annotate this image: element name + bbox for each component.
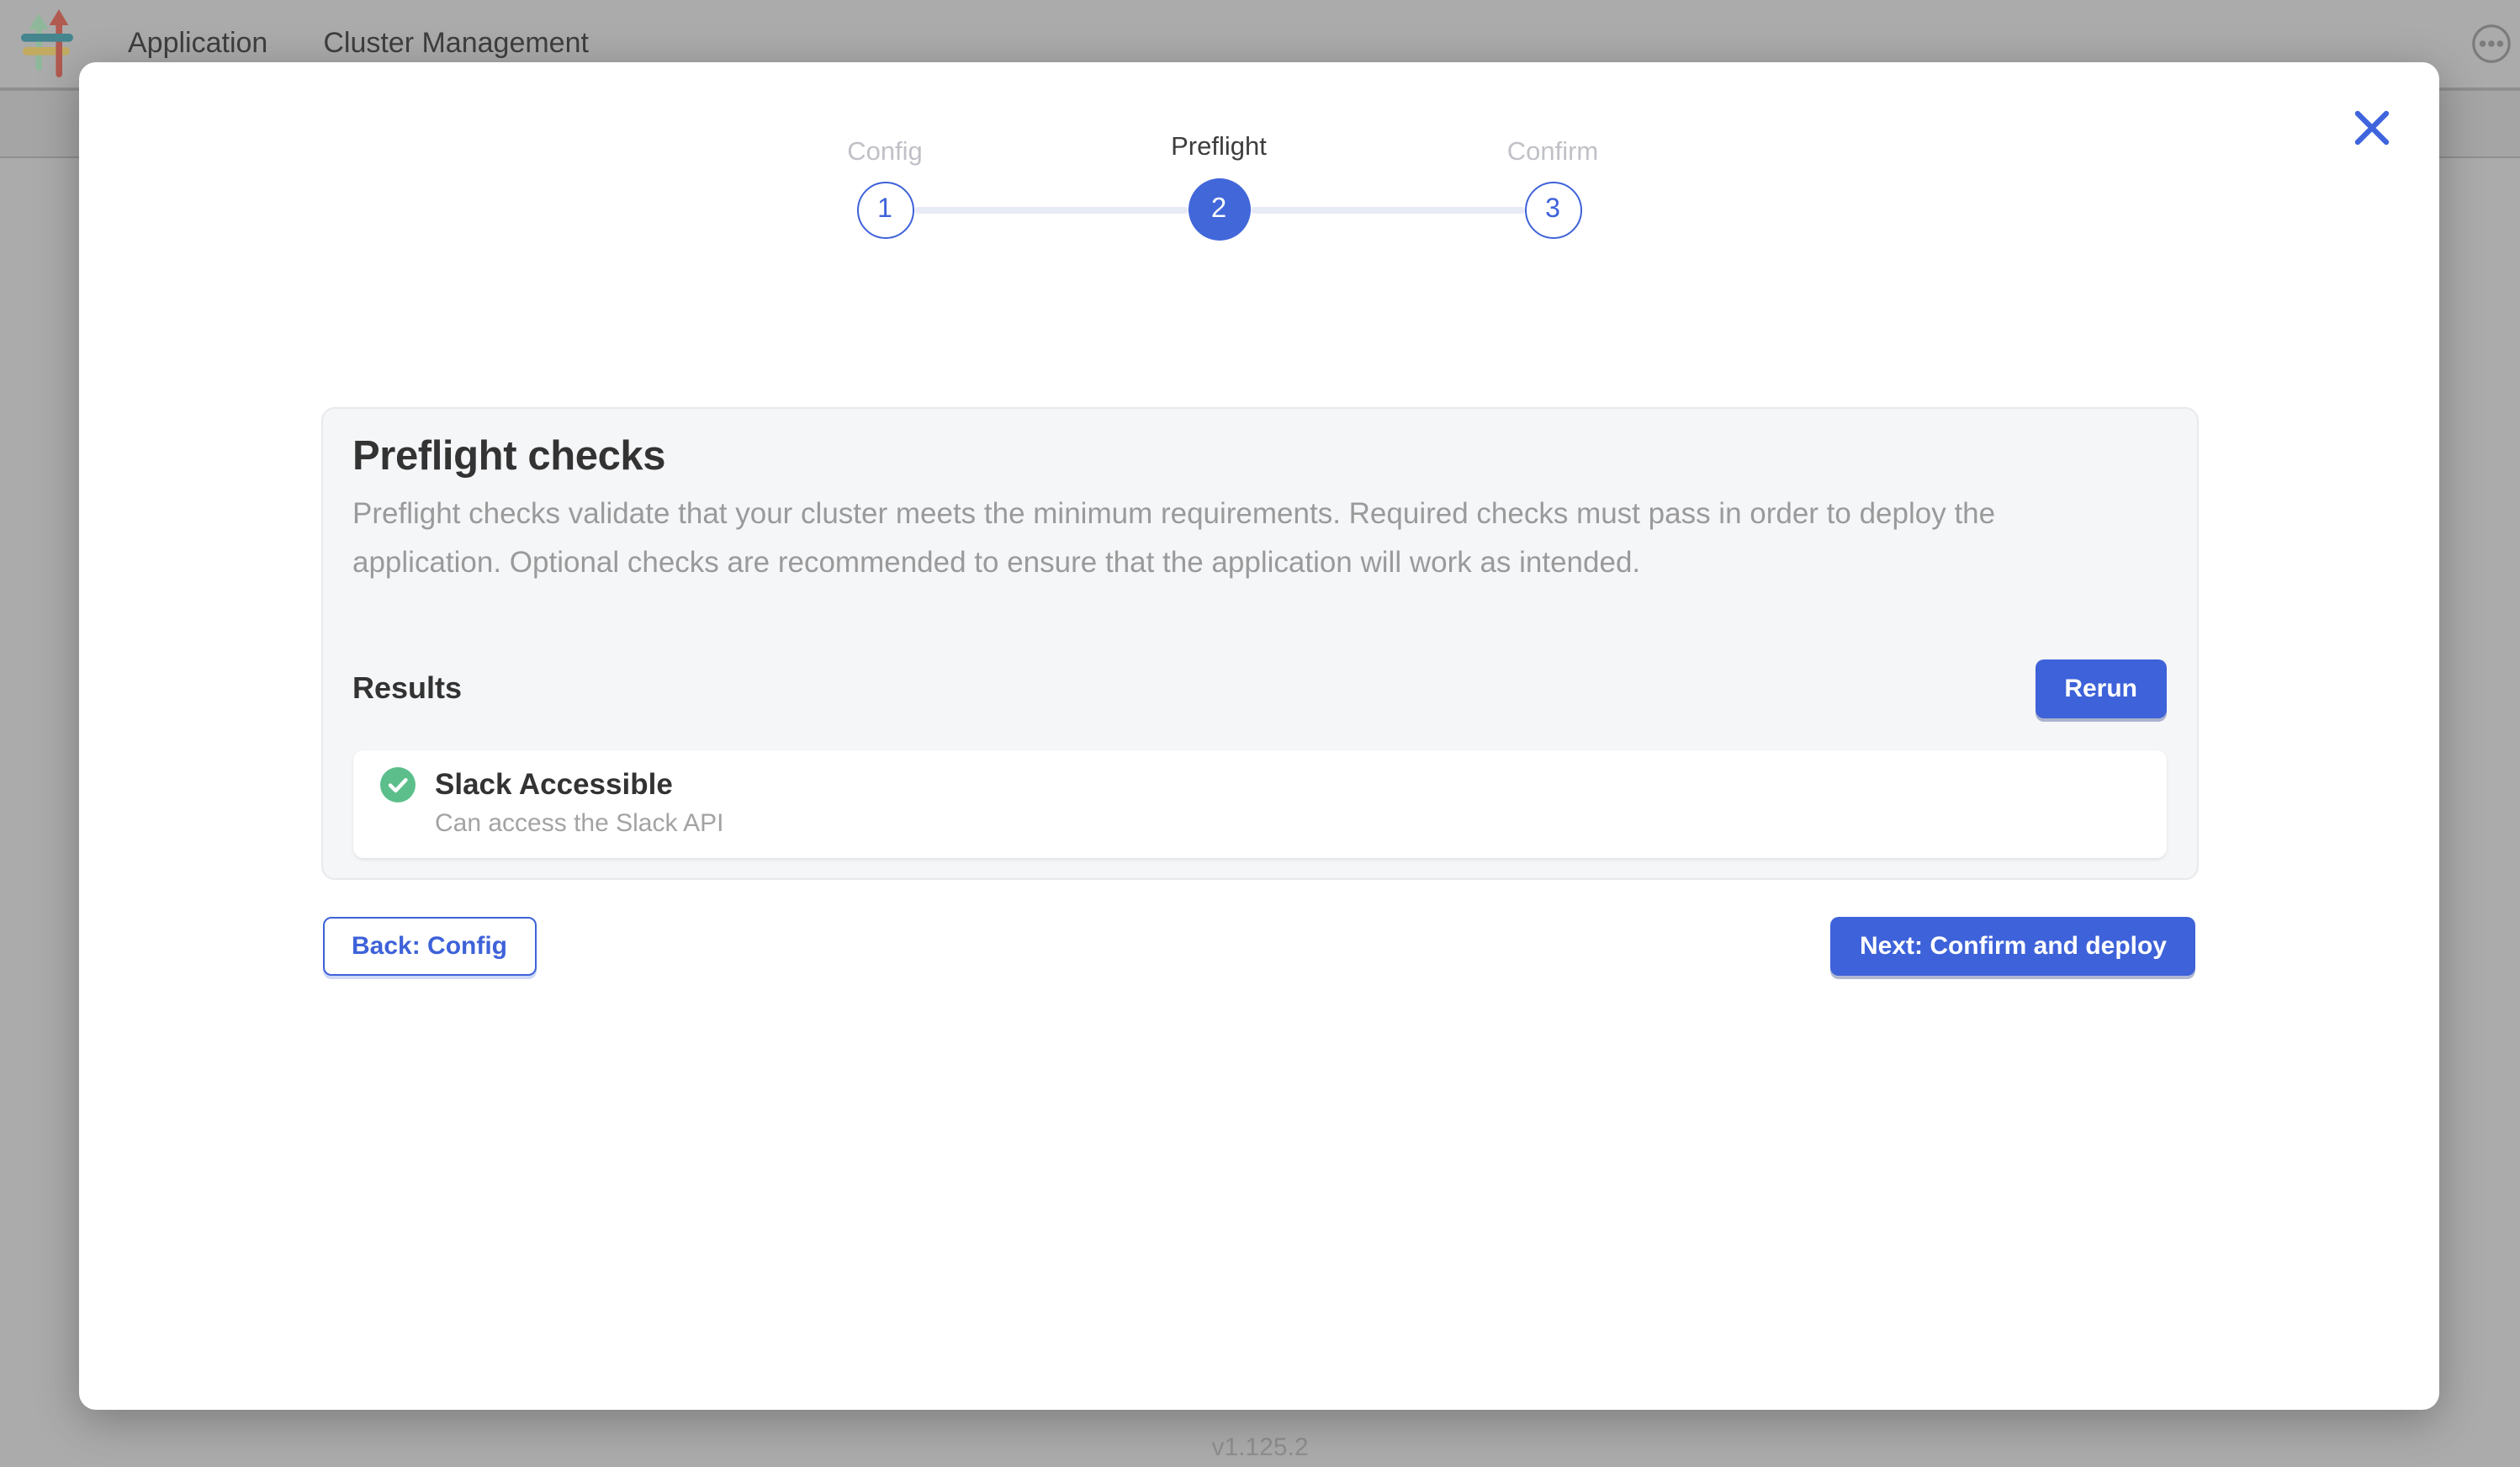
preflight-modal: 1 Config 2 Preflight 3 Confirm Preflight…: [79, 62, 2439, 1410]
step-label-confirm: Confirm: [1507, 137, 1599, 167]
check-circle-icon: [379, 767, 415, 802]
step-number: 3: [1545, 194, 1560, 225]
rerun-button[interactable]: Rerun: [2036, 659, 2166, 718]
step-number: 1: [877, 194, 892, 225]
wizard-stepper: 1 Config 2 Preflight 3 Confirm: [856, 178, 1581, 241]
next-confirm-deploy-button[interactable]: Next: Confirm and deploy: [1831, 917, 2195, 976]
step-number: 2: [1211, 193, 1226, 225]
nav-item-application[interactable]: Application: [128, 27, 267, 61]
step-preflight: 2 Preflight: [1188, 178, 1250, 241]
modal-footer: Back: Config Next: Confirm and deploy: [323, 917, 2195, 976]
nav-item-cluster-management[interactable]: Cluster Management: [323, 27, 589, 61]
step-label-config: Config: [847, 137, 923, 167]
step-config: 1 Config: [856, 181, 913, 238]
preflight-result-card: Slack Accessible Can access the Slack AP…: [352, 750, 2166, 858]
app-logo-arrows-icon: [20, 8, 77, 79]
screen: Application Cluster Management v1.125.2 …: [0, 0, 2520, 1467]
step-confirm: 3 Confirm: [1524, 181, 1581, 238]
stepper-connector: [913, 206, 1188, 213]
check-row: Slack Accessible: [379, 767, 2139, 802]
panel-title: Preflight checks: [352, 434, 2166, 481]
overflow-menu-button[interactable]: [2471, 24, 2512, 64]
app-version: v1.125.2: [0, 1433, 2520, 1462]
ellipsis-menu-icon: [2471, 24, 2512, 64]
results-header-row: Results Rerun: [352, 659, 2166, 718]
back-config-button[interactable]: Back: Config: [323, 917, 536, 976]
check-name: Slack Accessible: [435, 767, 673, 802]
results-title: Results: [352, 671, 462, 707]
step-label-preflight: Preflight: [1171, 133, 1267, 163]
close-x-icon: [2350, 106, 2394, 150]
modal-close-button[interactable]: [2350, 106, 2394, 150]
check-detail: Can access the Slack API: [435, 809, 2139, 838]
panel-description: Preflight checks validate that your clus…: [352, 490, 2051, 587]
preflight-panel: Preflight checks Preflight checks valida…: [320, 407, 2198, 880]
stepper-connector: [1250, 206, 1524, 213]
